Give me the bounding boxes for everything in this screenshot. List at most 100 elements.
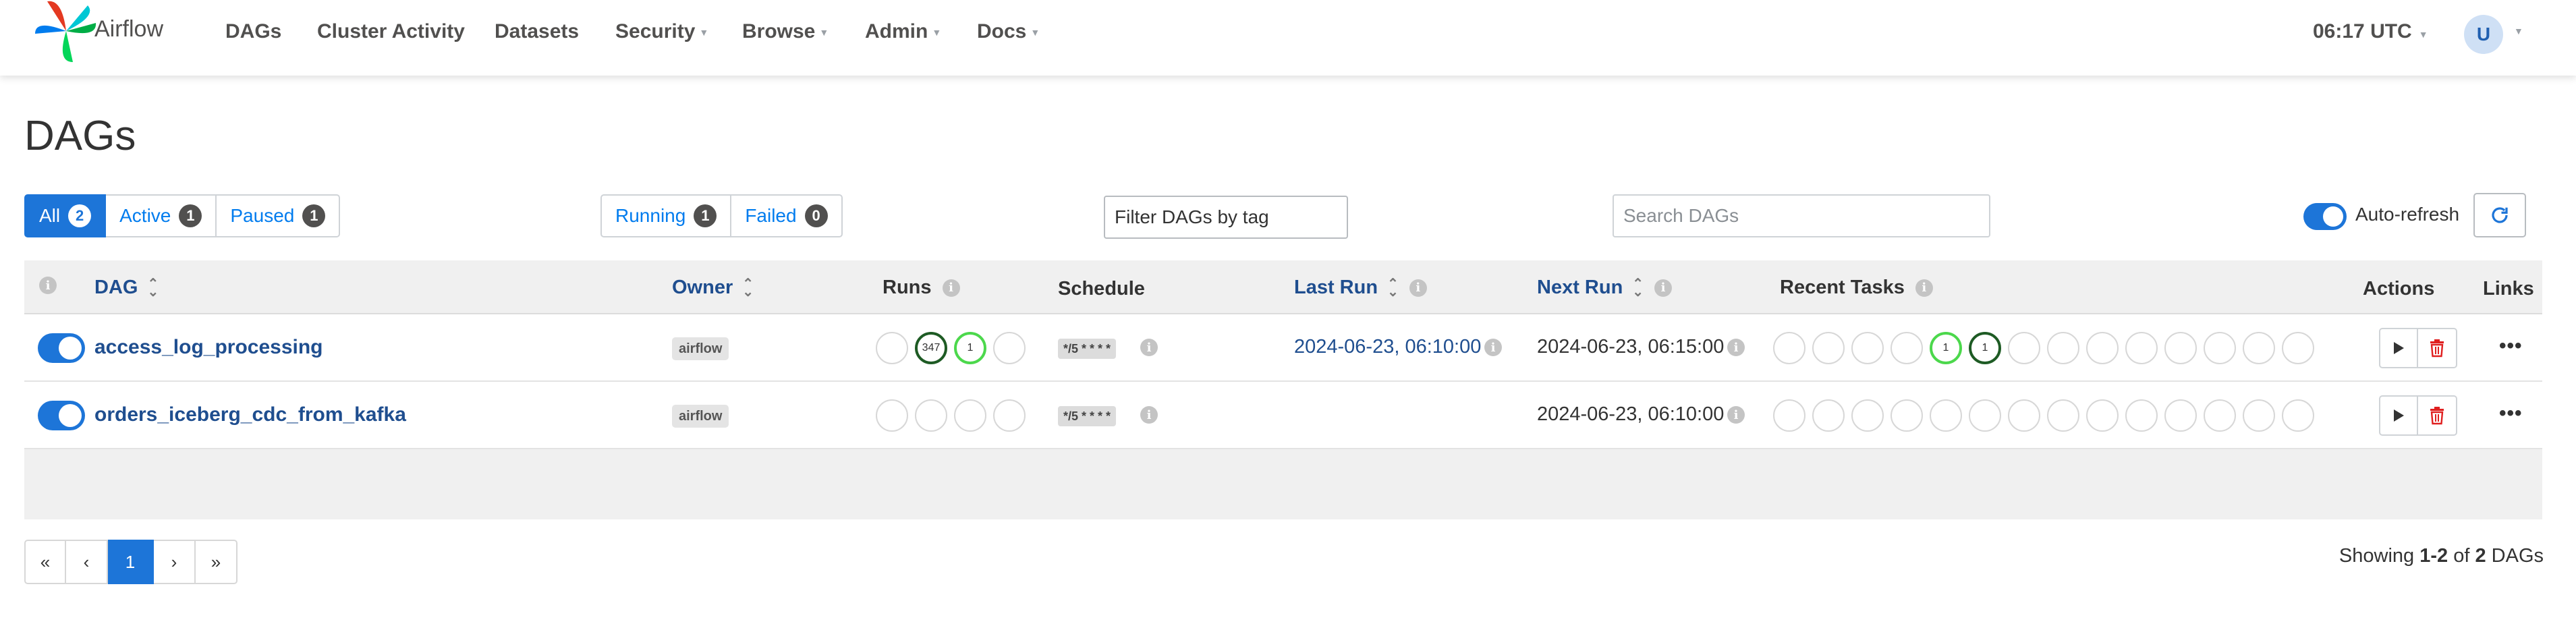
task-state-circle[interactable] <box>1930 399 1962 432</box>
info-icon[interactable]: i <box>1727 406 1745 424</box>
refresh-button[interactable] <box>2473 193 2526 237</box>
task-state-circle[interactable] <box>2086 399 2119 432</box>
task-state-circle[interactable] <box>2164 332 2197 364</box>
header-last-run[interactable]: Last Run ⌃ ⌄ i <box>1294 277 1427 299</box>
task-state-circle[interactable] <box>1773 332 1805 364</box>
task-state-circle[interactable] <box>2282 399 2314 432</box>
ellipsis-icon[interactable]: ••• <box>2499 402 2523 425</box>
task-state-circle[interactable] <box>2204 332 2236 364</box>
header-dag[interactable]: DAG ⌃ ⌄ <box>94 277 159 299</box>
search-dags-input[interactable]: Search DAGs <box>1613 194 1990 237</box>
dag-pause-toggle[interactable] <box>38 401 85 430</box>
owner-tag[interactable]: airflow <box>672 337 729 360</box>
summary-suffix: DAGs <box>2491 545 2544 567</box>
info-icon[interactable]: i <box>1409 279 1427 297</box>
page-current-button[interactable]: 1 <box>108 540 154 584</box>
run-state-circle[interactable]: 1 <box>954 332 986 364</box>
clock-label: 06:17 UTC <box>2313 20 2412 42</box>
table-row: orders_iceberg_cdc_from_kafka airflow */… <box>24 382 2542 449</box>
run-state-circle[interactable] <box>876 399 908 432</box>
dag-name-link[interactable]: access_log_processing <box>94 336 323 359</box>
filter-all-button[interactable]: All 2 <box>24 194 107 237</box>
tag-filter-input[interactable]: Filter DAGs by tag <box>1104 196 1348 239</box>
task-state-circle[interactable] <box>2086 332 2119 364</box>
nav-docs[interactable]: Docs ▼ <box>977 20 1040 43</box>
filter-all-count: 2 <box>68 204 92 227</box>
task-state-circle[interactable] <box>2164 399 2197 432</box>
run-state-circle[interactable] <box>993 399 1026 432</box>
task-state-circle[interactable]: 1 <box>1969 332 2001 364</box>
header-next-run[interactable]: Next Run ⌃ ⌄ i <box>1537 277 1673 299</box>
run-state-circle[interactable] <box>876 332 908 364</box>
info-icon[interactable]: i <box>1140 339 1158 356</box>
info-icon[interactable]: i <box>1484 339 1502 356</box>
summary-of: of <box>2453 545 2470 567</box>
run-state-circle[interactable] <box>954 399 986 432</box>
task-state-circle[interactable] <box>2125 399 2158 432</box>
task-state-circle[interactable] <box>1851 399 1884 432</box>
task-state-circle[interactable] <box>2125 332 2158 364</box>
trigger-dag-button[interactable] <box>2379 328 2418 368</box>
utc-clock[interactable]: 06:17 UTC ▼ <box>2313 20 2428 43</box>
delete-dag-button[interactable] <box>2418 328 2457 368</box>
info-icon[interactable]: i <box>1654 279 1673 297</box>
airflow-logo[interactable] <box>32 0 100 66</box>
table-header: i DAG ⌃ ⌄ Owner ⌃ ⌄ Runs i Schedule Last Run ⌃… <box>24 260 2542 314</box>
task-state-circle[interactable]: 1 <box>1930 332 1962 364</box>
user-avatar[interactable]: U <box>2464 15 2503 54</box>
task-state-circle[interactable] <box>1891 332 1923 364</box>
nav-browse[interactable]: Browse ▼ <box>742 20 829 43</box>
run-state-circle[interactable]: 347 <box>915 332 947 364</box>
nav-security[interactable]: Security ▼ <box>615 20 708 43</box>
trigger-dag-button[interactable] <box>2379 395 2418 436</box>
chevron-down-icon[interactable]: ▼ <box>2514 26 2523 36</box>
task-state-circle[interactable] <box>2047 332 2079 364</box>
filter-failed-button[interactable]: Failed 0 <box>731 194 843 237</box>
task-state-circle[interactable] <box>1812 332 1845 364</box>
page-prev-button[interactable]: ‹ <box>66 540 108 584</box>
task-state-circle[interactable] <box>1773 399 1805 432</box>
ellipsis-icon[interactable]: ••• <box>2499 335 2523 358</box>
delete-dag-button[interactable] <box>2418 395 2457 436</box>
page-last-button[interactable]: » <box>196 540 237 584</box>
task-state-circle[interactable] <box>2204 399 2236 432</box>
info-icon[interactable]: i <box>1915 279 1933 297</box>
info-icon[interactable]: i <box>942 279 960 297</box>
header-owner[interactable]: Owner ⌃ ⌄ <box>672 277 754 299</box>
run-state-circle[interactable] <box>993 332 1026 364</box>
info-icon[interactable]: i <box>1140 406 1158 424</box>
task-state-circle[interactable] <box>2008 332 2040 364</box>
task-state-circle[interactable] <box>1969 399 2001 432</box>
page-first-button[interactable]: « <box>24 540 66 584</box>
info-icon[interactable]: i <box>1727 339 1745 356</box>
nav-cluster-activity[interactable]: Cluster Activity <box>317 20 465 43</box>
dag-name-link[interactable]: orders_iceberg_cdc_from_kafka <box>94 403 406 426</box>
nav-admin[interactable]: Admin ▼ <box>865 20 941 43</box>
run-state-circle[interactable] <box>915 399 947 432</box>
task-state-circle[interactable] <box>1891 399 1923 432</box>
task-state-circle[interactable] <box>2243 399 2275 432</box>
task-state-circle[interactable] <box>1851 332 1884 364</box>
results-summary: Showing 1-2 of 2 DAGs <box>2339 545 2544 567</box>
task-state-circle[interactable] <box>1812 399 1845 432</box>
filter-running-button[interactable]: Running 1 <box>600 194 732 237</box>
task-state-circle[interactable] <box>2243 332 2275 364</box>
filter-paused-button[interactable]: Paused 1 <box>217 194 341 237</box>
filter-active-button[interactable]: Active 1 <box>106 194 217 237</box>
pagination: « ‹ 1 › » <box>24 540 237 584</box>
task-state-circle[interactable] <box>2282 332 2314 364</box>
nav-datasets[interactable]: Datasets <box>495 20 579 43</box>
task-state-circle[interactable] <box>2047 399 2079 432</box>
task-state-circle[interactable] <box>2008 399 2040 432</box>
nav-dags[interactable]: DAGs <box>225 20 281 43</box>
page-next-button[interactable]: › <box>154 540 196 584</box>
owner-tag[interactable]: airflow <box>672 405 729 428</box>
chevron-down-icon: ▼ <box>2418 29 2428 40</box>
dag-pause-toggle[interactable] <box>38 333 85 363</box>
summary-prefix: Showing <box>2339 545 2415 567</box>
nav-browse-label: Browse <box>742 20 816 42</box>
auto-refresh-toggle[interactable] <box>2303 203 2347 230</box>
select-info-icon[interactable]: i <box>39 277 57 294</box>
brand-name[interactable]: Airflow <box>94 16 163 42</box>
last-run-link[interactable]: 2024-06-23, 06:10:00 <box>1294 336 1481 358</box>
